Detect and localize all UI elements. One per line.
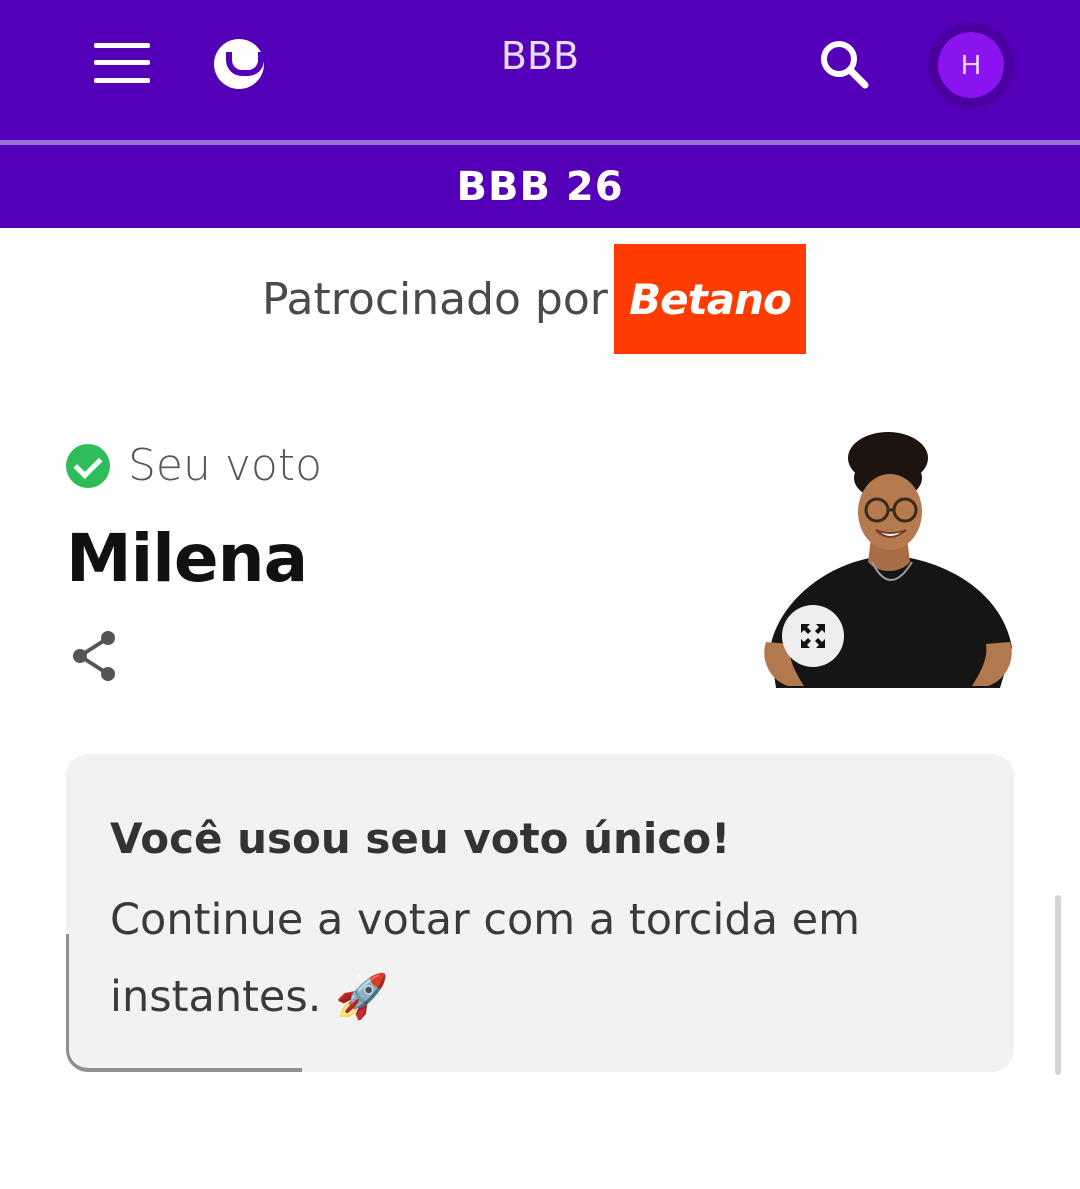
check-icon	[66, 443, 110, 488]
sponsor-banner: Patrocinado por Betano	[0, 244, 1080, 354]
top-app-bar: BBB H	[0, 0, 1080, 140]
sponsor-brand: Betano	[629, 274, 792, 324]
vote-status-label: Seu voto	[128, 440, 323, 491]
expand-icon	[801, 624, 825, 648]
card-title: Você usou seu voto único!	[110, 814, 731, 863]
user-avatar-button[interactable]: H	[928, 22, 1014, 108]
sponsor-logo[interactable]: Betano	[614, 244, 806, 354]
avatar: H	[938, 32, 1004, 98]
share-icon[interactable]	[70, 630, 118, 682]
candidate-name: Milena	[66, 520, 308, 597]
scrollbar[interactable]	[1055, 895, 1061, 1075]
sponsor-label: Patrocinado por	[262, 274, 608, 325]
vote-status: Seu voto	[66, 440, 322, 491]
search-icon[interactable]	[818, 38, 870, 90]
section-bar[interactable]: BBB 26	[0, 145, 1080, 228]
card-shadow-edge	[66, 934, 302, 1072]
section-title: BBB 26	[456, 163, 624, 210]
app-title: BBB	[500, 34, 580, 78]
expand-photo-button[interactable]	[782, 605, 844, 667]
